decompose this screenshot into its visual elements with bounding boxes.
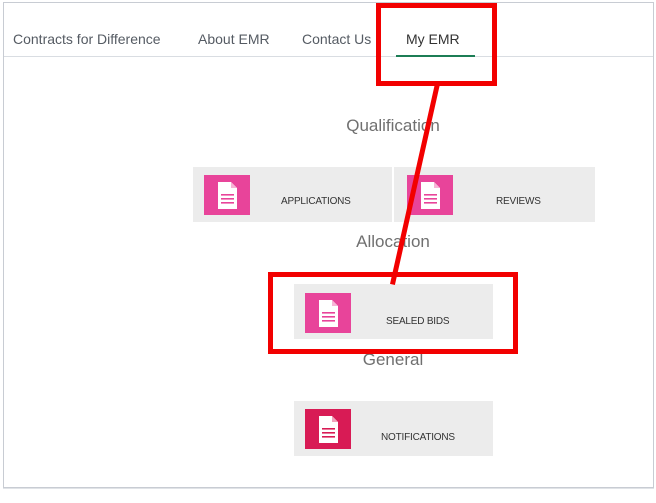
annotation-connector [390,83,440,285]
